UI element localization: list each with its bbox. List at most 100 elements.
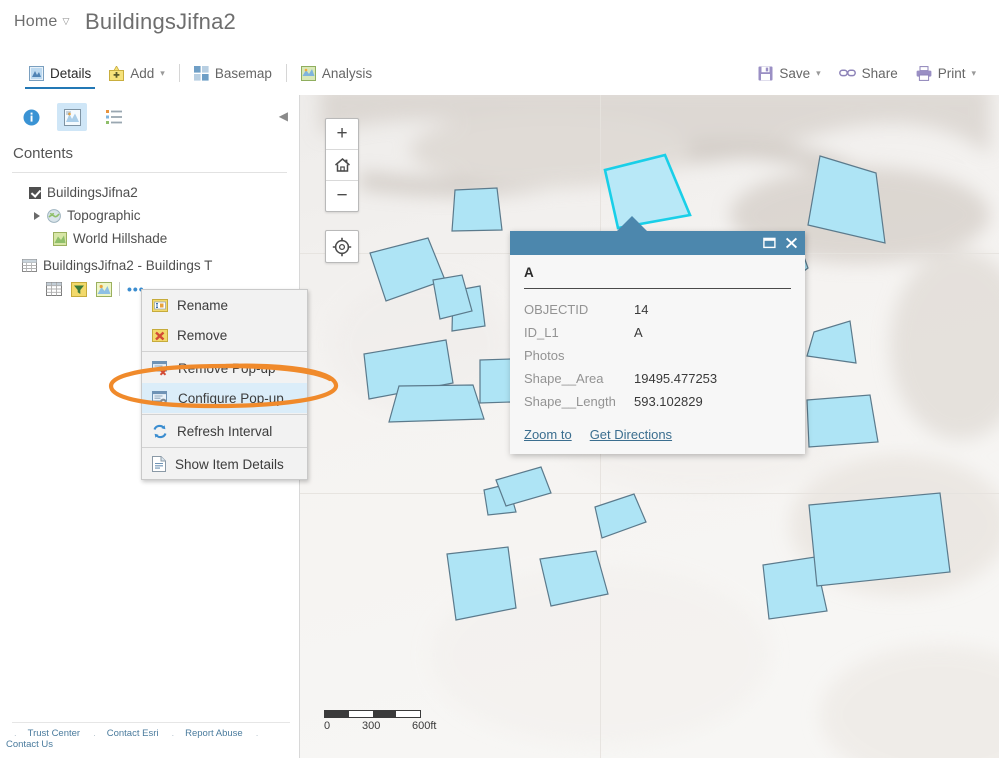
- attribute-value: A: [634, 325, 643, 340]
- attribute-value: [634, 344, 791, 367]
- layer-context-menu: Rename Remove Remove Pop-up Configure Po…: [141, 289, 308, 480]
- menu-item-remove-popup[interactable]: Remove Pop-up: [142, 353, 307, 383]
- close-button[interactable]: [785, 237, 798, 249]
- scale-tick-0: 0: [324, 720, 331, 732]
- attribute-key: Shape__Area: [524, 371, 604, 386]
- save-button[interactable]: Save ▾: [749, 51, 829, 95]
- footer-link-trust-center[interactable]: Trust Center: [28, 728, 80, 739]
- menu-item-configure-popup[interactable]: Configure Pop-up: [142, 383, 307, 413]
- menu-item-label: Rename: [177, 297, 229, 313]
- filter-icon[interactable]: [71, 281, 87, 297]
- chevron-right-icon[interactable]: [34, 211, 40, 220]
- chevron-down-icon: ▾: [971, 67, 976, 78]
- footer-separator: .: [255, 728, 259, 739]
- zoom-in-button[interactable]: +: [326, 119, 358, 150]
- attribute-key: ID_L1: [524, 325, 559, 340]
- tree-item-world-hillshade[interactable]: World Hillshade: [0, 227, 300, 250]
- content-tab[interactable]: [57, 103, 87, 131]
- remove-popup-icon: [152, 360, 169, 376]
- layer-tree: BuildingsJifna2 Topographic World Hillsh…: [0, 181, 300, 301]
- footer-separator: .: [93, 728, 96, 739]
- configure-popup-icon: [152, 390, 169, 406]
- get-directions-link[interactable]: Get Directions: [590, 427, 672, 442]
- zoom-to-link[interactable]: Zoom to: [524, 427, 572, 442]
- tree-item-label: Topographic: [67, 208, 141, 223]
- divider: [12, 172, 287, 173]
- tab-analysis[interactable]: Analysis: [292, 51, 381, 95]
- tab-details-label: Details: [50, 65, 92, 81]
- attribute-value: 19495.477253: [634, 371, 718, 386]
- menu-item-remove[interactable]: Remove: [142, 320, 307, 350]
- tree-item-topographic[interactable]: Topographic: [0, 204, 300, 227]
- menu-divider: [142, 351, 307, 352]
- sublayer-icon: [53, 231, 67, 246]
- footer-line-1: . Trust Center. Contact Esri. Report Abuse.: [0, 728, 300, 739]
- popup-pointer: [616, 216, 648, 232]
- basemap-globe-icon: [47, 208, 61, 223]
- home-menu[interactable]: Home ▽: [14, 13, 70, 31]
- tree-item-label: World Hillshade: [73, 231, 168, 246]
- change-style-icon[interactable]: [96, 281, 112, 297]
- tab-basemap[interactable]: Basemap: [185, 51, 281, 95]
- chevron-down-icon: ▽: [62, 16, 70, 26]
- tab-details[interactable]: Details: [20, 51, 100, 95]
- show-table-icon[interactable]: [46, 282, 62, 296]
- popup-actions: Zoom to Get Directions: [510, 413, 805, 454]
- popup-titlebar: [510, 231, 805, 255]
- toolbar-divider: [178, 64, 180, 82]
- divider: [12, 722, 290, 723]
- scale-tick-2: 600ft: [412, 720, 437, 732]
- feature-popup: A OBJECTID 14 ID_L1 A Photos Shape__Area…: [510, 216, 805, 454]
- tab-analysis-label: Analysis: [321, 65, 373, 81]
- footer-separator: .: [14, 728, 17, 739]
- home-icon: [334, 157, 351, 173]
- menu-divider: [142, 414, 307, 415]
- menu-item-label: Remove Pop-up: [178, 360, 276, 376]
- attribute-key: OBJECTID: [524, 302, 589, 317]
- footer-link-report-abuse[interactable]: Report Abuse: [185, 728, 243, 739]
- print-button[interactable]: Print ▾: [907, 51, 985, 95]
- toolbar-left-group: Details Add ▾ Basemap Analysis: [20, 51, 381, 95]
- layer-visibility-checkbox[interactable]: [29, 186, 41, 199]
- table-row: ID_L1 A: [524, 321, 791, 344]
- arcgis-map-viewer: Home ▽ BuildingsJifna2 Details Add ▾ Bas…: [0, 0, 999, 758]
- collapse-panel-button[interactable]: ◀: [279, 109, 288, 123]
- scale-bar: 0 300 600ft: [324, 710, 436, 734]
- toolbar-divider: [285, 64, 287, 82]
- table-row: Shape__Area 19495.477253: [524, 367, 791, 390]
- tree-item-buildings-table[interactable]: BuildingsJifna2 - Buildings T: [0, 254, 300, 277]
- locate-button[interactable]: [325, 230, 359, 263]
- footer-link-contact-us[interactable]: Contact Us: [6, 739, 53, 750]
- maximize-button[interactable]: [763, 237, 776, 249]
- remove-icon: [152, 328, 168, 343]
- tab-add[interactable]: Add ▾: [100, 51, 174, 95]
- table-row: OBJECTID 14: [524, 298, 791, 321]
- tab-add-label: Add: [130, 65, 155, 81]
- app-header: Home ▽ BuildingsJifna2: [0, 0, 999, 51]
- home-button[interactable]: [326, 150, 358, 181]
- add-icon: [109, 65, 125, 81]
- zoom-controls: + −: [325, 118, 359, 212]
- menu-item-show-item-details[interactable]: Show Item Details: [142, 449, 307, 479]
- menu-item-rename[interactable]: Rename: [142, 290, 307, 320]
- menu-item-refresh-interval[interactable]: Refresh Interval: [142, 416, 307, 446]
- save-label: Save: [779, 65, 811, 81]
- about-tab[interactable]: [16, 103, 46, 131]
- analysis-icon: [300, 65, 316, 81]
- footer-separator: .: [171, 728, 175, 739]
- panel-title: Contents: [13, 145, 74, 162]
- attribute-value: 593.102829: [634, 394, 703, 409]
- share-button[interactable]: Share: [830, 51, 907, 95]
- footer-link-contact-esri[interactable]: Contact Esri: [107, 728, 159, 739]
- tree-item-buildingsjifna2[interactable]: BuildingsJifna2: [0, 181, 300, 204]
- menu-item-label: Show Item Details: [175, 456, 284, 472]
- toolbar-right-group: Save ▾ Share Print ▾: [749, 51, 985, 95]
- locate-icon: [332, 237, 352, 257]
- legend-tab[interactable]: [99, 103, 129, 131]
- table-row: Shape__Length 593.102829: [524, 390, 791, 413]
- zoom-out-button[interactable]: −: [326, 181, 358, 211]
- print-icon: [916, 65, 932, 81]
- contents-icon: [63, 108, 81, 126]
- details-icon: [29, 65, 44, 81]
- share-label: Share: [861, 65, 898, 81]
